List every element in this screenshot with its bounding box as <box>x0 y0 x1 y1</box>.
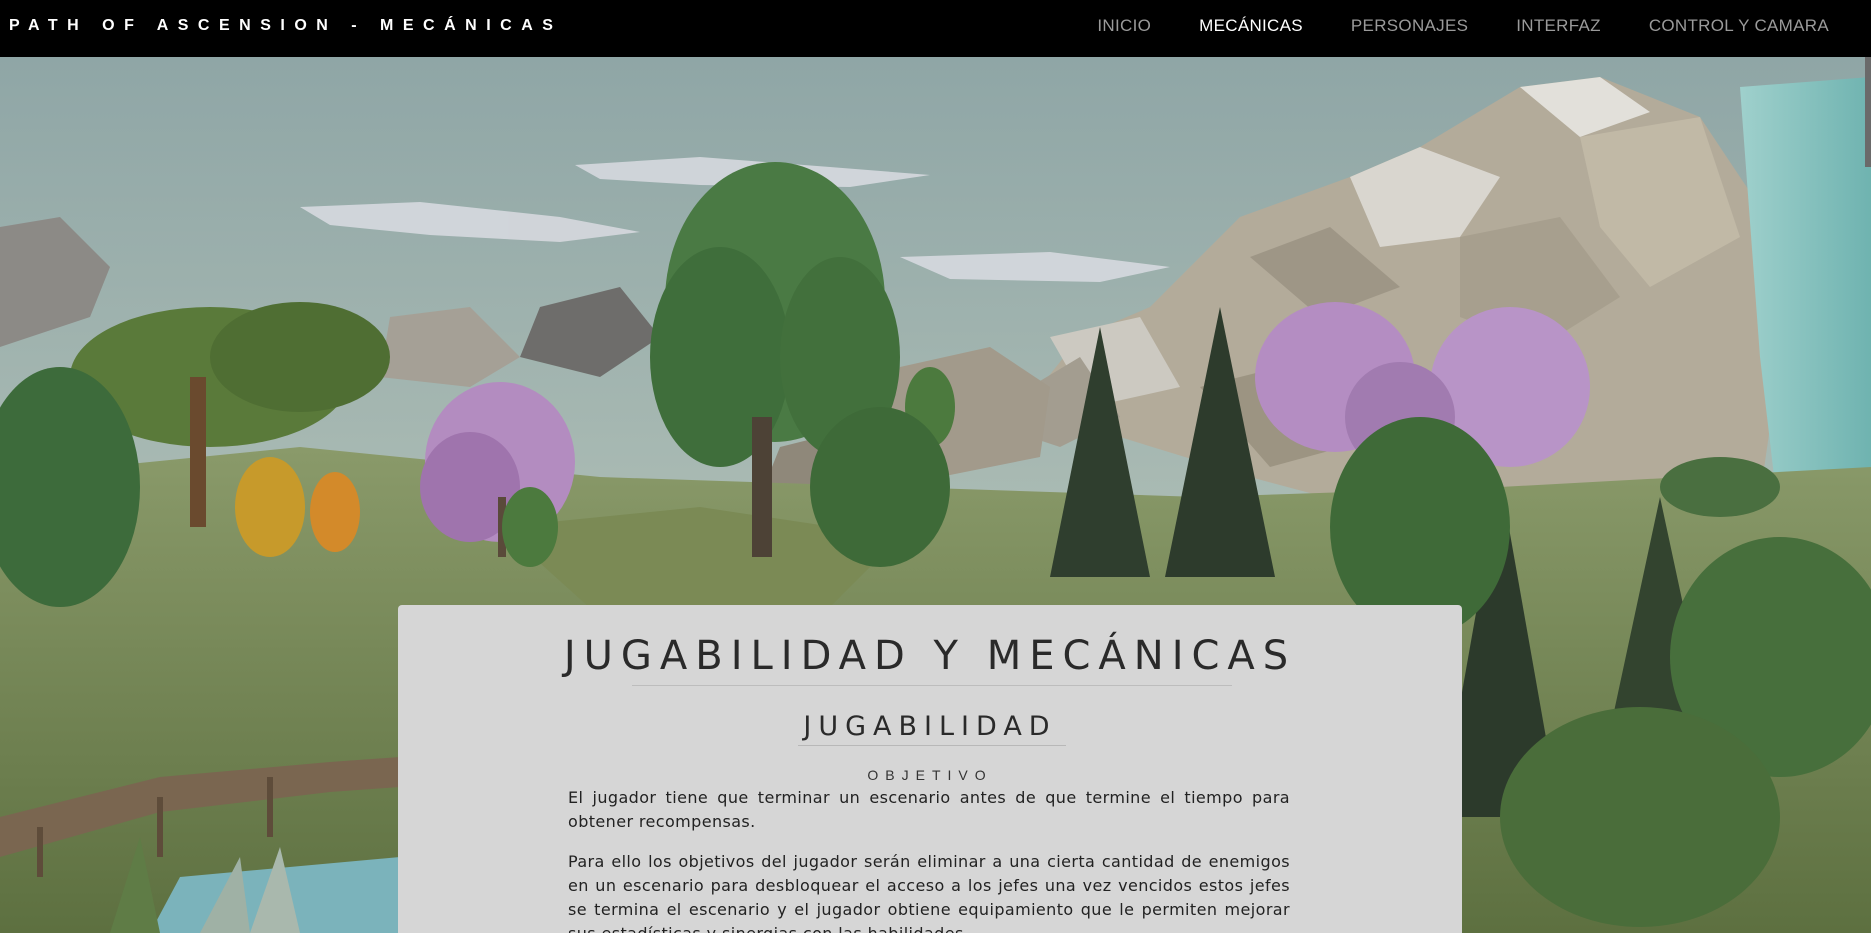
section-divider <box>798 745 1066 746</box>
top-navbar: PATH OF ASCENSION - MECÁNICAS INICIO MEC… <box>0 0 1871 57</box>
page-scrollbar[interactable] <box>1865 57 1871 167</box>
main-nav: INICIO MECÁNICAS PERSONAJES INTERFAZ CON… <box>1073 16 1829 36</box>
nav-mecanicas[interactable]: MECÁNICAS <box>1175 16 1327 36</box>
title-divider <box>632 685 1232 686</box>
nav-personajes[interactable]: PERSONAJES <box>1327 16 1492 36</box>
nav-control-camara[interactable]: CONTROL Y CAMARA <box>1625 16 1829 36</box>
content-card: JUGABILIDAD Y MECÁNICAS JUGABILIDAD OBJE… <box>398 605 1462 933</box>
section-title: JUGABILIDAD <box>803 711 1057 742</box>
site-title[interactable]: PATH OF ASCENSION - MECÁNICAS <box>9 17 562 35</box>
nav-interfaz[interactable]: INTERFAZ <box>1492 16 1625 36</box>
subsection-title: OBJETIVO <box>867 767 993 783</box>
page: PATH OF ASCENSION - MECÁNICAS INICIO MEC… <box>0 0 1871 933</box>
section-body: El jugador tiene que terminar un escenar… <box>568 786 1290 933</box>
paragraph: Para ello los objetivos del jugador será… <box>568 852 1290 933</box>
paragraph: El jugador tiene que terminar un escenar… <box>568 788 1290 831</box>
page-title: JUGABILIDAD Y MECÁNICAS <box>563 633 1297 679</box>
nav-inicio[interactable]: INICIO <box>1073 16 1175 36</box>
